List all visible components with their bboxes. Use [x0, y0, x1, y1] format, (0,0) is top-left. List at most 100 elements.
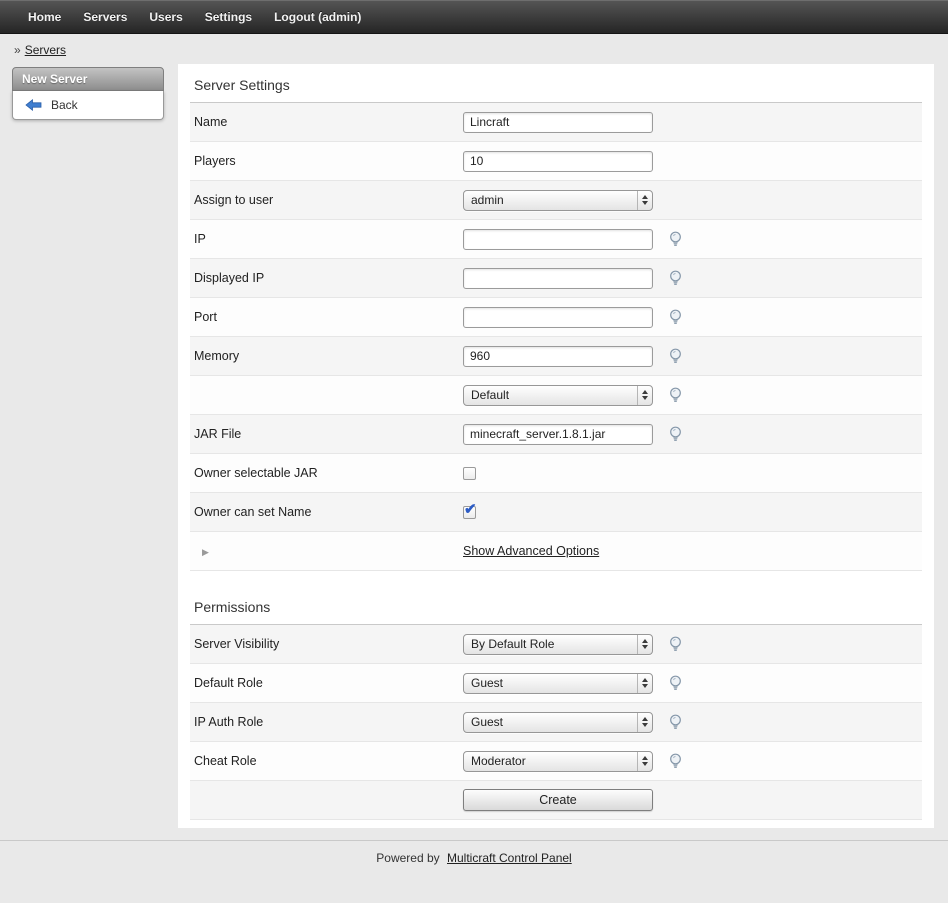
displayed-ip-input[interactable]	[463, 268, 653, 289]
server-visibility-select-value: By Default Role	[471, 637, 554, 651]
back-label: Back	[51, 98, 78, 112]
field-label-memory: Memory	[190, 349, 463, 363]
form-row-create: Create	[190, 781, 922, 820]
page-layout: New Server Back Server Settings Name	[0, 64, 948, 828]
memory-help-bulb-icon[interactable]	[668, 348, 683, 364]
bulb-graphic	[668, 387, 683, 403]
form-row-owner-can-set-name: Owner can set Name ✔	[190, 493, 922, 532]
bulb-graphic	[668, 231, 683, 247]
section-title-server-settings: Server Settings	[190, 64, 922, 103]
field-label-owner-can-set-name: Owner can set Name	[190, 505, 463, 519]
memory-preset-select[interactable]: Default	[463, 385, 653, 406]
form-row-owner-selectable-jar: Owner selectable JAR	[190, 454, 922, 493]
form-row-assign-to-user: Assign to user admin	[190, 181, 922, 220]
bulb-graphic	[668, 753, 683, 769]
form-row-name: Name	[190, 103, 922, 142]
nav-item-servers[interactable]: Servers	[72, 0, 138, 34]
form-row-jar-file: JAR File	[190, 415, 922, 454]
bulb-graphic	[668, 675, 683, 691]
breadcrumb-link-servers[interactable]: Servers	[25, 43, 66, 57]
default-role-select[interactable]: Guest	[463, 673, 653, 694]
sidebar-body: Back	[12, 91, 164, 120]
main-content: Server Settings Name Players Assign to u…	[178, 64, 934, 828]
bulb-graphic	[668, 348, 683, 364]
bulb-graphic	[668, 714, 683, 730]
form-row-advanced-options: ▶ Show Advanced Options	[190, 532, 922, 571]
create-button[interactable]: Create	[463, 789, 653, 811]
cheat-role-select[interactable]: Moderator	[463, 751, 653, 772]
field-label-ip: IP	[190, 232, 463, 246]
bulb-graphic	[668, 426, 683, 442]
form-row-ip: IP	[190, 220, 922, 259]
form-row-port: Port	[190, 298, 922, 337]
port-input[interactable]	[463, 307, 653, 328]
default-role-select-value: Guest	[471, 676, 503, 690]
default-role-help-bulb-icon[interactable]	[668, 675, 683, 691]
nav-item-users[interactable]: Users	[138, 0, 193, 34]
check-icon: ✔	[464, 502, 477, 517]
ip-auth-role-select[interactable]: Guest	[463, 712, 653, 733]
select-arrows-icon	[637, 752, 652, 771]
field-label-server-visibility: Server Visibility	[190, 637, 463, 651]
field-label-displayed-ip: Displayed IP	[190, 271, 463, 285]
ip-auth-role-help-bulb-icon[interactable]	[668, 714, 683, 730]
owner-can-set-name-checkbox[interactable]: ✔	[463, 506, 476, 519]
show-advanced-options-link[interactable]: Show Advanced Options	[463, 544, 599, 558]
select-arrows-icon	[637, 635, 652, 654]
name-input[interactable]	[463, 112, 653, 133]
server-visibility-select[interactable]: By Default Role	[463, 634, 653, 655]
bulb-graphic	[668, 309, 683, 325]
memory-preset-help-bulb-icon[interactable]	[668, 387, 683, 403]
players-input[interactable]	[463, 151, 653, 172]
displayed-ip-help-bulb-icon[interactable]	[668, 270, 683, 286]
select-arrows-icon	[637, 191, 652, 210]
field-label-jar-file: JAR File	[190, 427, 463, 441]
memory-preset-select-value: Default	[471, 388, 509, 402]
form-row-memory: Memory	[190, 337, 922, 376]
bulb-graphic	[668, 636, 683, 652]
form-row-players: Players	[190, 142, 922, 181]
back-arrow-icon	[25, 99, 42, 111]
nav-item-settings[interactable]: Settings	[194, 0, 263, 34]
cheat-role-help-bulb-icon[interactable]	[668, 753, 683, 769]
form-row-cheat-role: Cheat Role Moderator	[190, 742, 922, 781]
cheat-role-select-value: Moderator	[471, 754, 526, 768]
footer-link-multicraft[interactable]: Multicraft Control Panel	[447, 851, 572, 865]
sidebar: New Server Back	[12, 67, 164, 120]
footer: Powered by Multicraft Control Panel	[0, 840, 948, 875]
form-row-ip-auth-role: IP Auth Role Guest	[190, 703, 922, 742]
field-label-cheat-role: Cheat Role	[190, 754, 463, 768]
assign-to-user-select-value: admin	[471, 193, 504, 207]
server-settings-form: Name Players Assign to user admin	[190, 103, 922, 571]
ip-help-bulb-icon[interactable]	[668, 231, 683, 247]
form-row-server-visibility: Server Visibility By Default Role	[190, 625, 922, 664]
jar-file-input[interactable]	[463, 424, 653, 445]
nav-item-home[interactable]: Home	[17, 0, 72, 34]
select-arrows-icon	[637, 386, 652, 405]
ip-input[interactable]	[463, 229, 653, 250]
field-label-default-role: Default Role	[190, 676, 463, 690]
field-label-owner-selectable-jar: Owner selectable JAR	[190, 466, 463, 480]
port-help-bulb-icon[interactable]	[668, 309, 683, 325]
field-label-ip-auth-role: IP Auth Role	[190, 715, 463, 729]
jar-file-help-bulb-icon[interactable]	[668, 426, 683, 442]
field-label-port: Port	[190, 310, 463, 324]
sidebar-item-back[interactable]: Back	[13, 94, 163, 116]
select-arrows-icon	[637, 713, 652, 732]
permissions-form: Server Visibility By Default Role	[190, 625, 922, 820]
nav-item-logout[interactable]: Logout (admin)	[263, 0, 372, 34]
owner-selectable-jar-checkbox[interactable]	[463, 467, 476, 480]
memory-input[interactable]	[463, 346, 653, 367]
sidebar-title: New Server	[12, 67, 164, 91]
section-title-permissions: Permissions	[190, 571, 922, 625]
form-row-memory-preset: Default	[190, 376, 922, 415]
breadcrumb: »Servers	[0, 34, 948, 64]
footer-text: Powered by	[376, 851, 439, 865]
disclosure-triangle-icon[interactable]: ▶	[194, 547, 209, 557]
assign-to-user-select[interactable]: admin	[463, 190, 653, 211]
form-row-default-role: Default Role Guest	[190, 664, 922, 703]
server-visibility-help-bulb-icon[interactable]	[668, 636, 683, 652]
field-label-name: Name	[190, 115, 463, 129]
select-arrows-icon	[637, 674, 652, 693]
top-navigation: Home Servers Users Settings Logout (admi…	[0, 0, 948, 34]
